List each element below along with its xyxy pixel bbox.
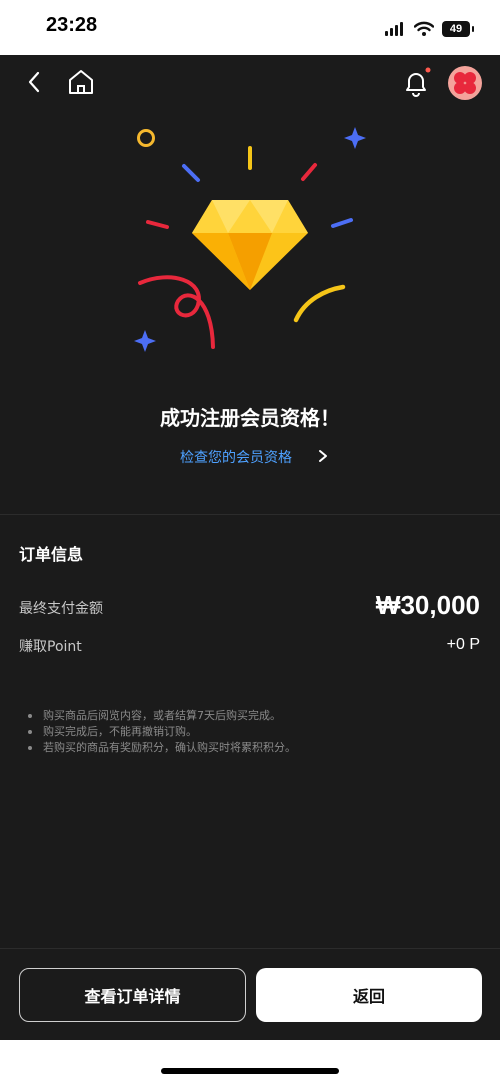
check-membership-link-label: 检查您的会员资格 — [180, 450, 292, 466]
view-order-details-button[interactable]: 查看订单详情 — [19, 968, 246, 1022]
purchase-notes: 购买商品后阅览内容，或者结算7天后购买完成。 购买完成后，不能再撤销订购。 若购… — [28, 708, 296, 756]
home-indicator[interactable] — [161, 1068, 339, 1074]
cellular-signal-icon — [385, 22, 403, 36]
sparkle-icon — [344, 127, 366, 149]
confetti-line — [182, 164, 200, 182]
confetti-line — [331, 218, 353, 228]
order-info-title: 订单信息 — [19, 545, 84, 564]
ribbon-confetti — [138, 275, 215, 349]
status-bar: 23:28 49 — [0, 0, 500, 55]
confetti-line — [146, 220, 169, 229]
section-divider — [0, 514, 500, 515]
notification-dot — [425, 67, 431, 73]
status-icons: 49 — [384, 17, 474, 41]
check-membership-link[interactable]: 检查您的会员资格 — [180, 446, 327, 468]
arc-confetti — [293, 284, 346, 323]
bell-icon[interactable] — [400, 67, 432, 99]
battery-icon: 49 — [442, 21, 474, 37]
confetti-line — [301, 163, 317, 181]
top-nav — [0, 55, 500, 111]
chevron-left-icon[interactable] — [20, 67, 50, 97]
diamond-celebration-illustration — [134, 127, 366, 352]
confetti-circle — [137, 129, 155, 147]
final-payment-amount: ₩30,000 — [375, 590, 480, 620]
home-icon[interactable] — [66, 67, 96, 97]
note-item: 购买商品后阅览内容，或者结算7天后购买完成。 — [28, 708, 296, 724]
chevron-right-icon — [319, 450, 327, 462]
earned-points-label: 赚取Point — [19, 639, 82, 655]
home-indicator-area — [0, 1040, 500, 1082]
avatar[interactable] — [448, 66, 482, 100]
avatar-clover-icon — [454, 72, 476, 94]
earned-points-value: +0 P — [446, 636, 480, 653]
status-time: 23:28 — [46, 14, 98, 36]
note-item: 购买完成后，不能再撤销订购。 — [28, 724, 296, 740]
wifi-icon — [414, 21, 434, 36]
success-title: 成功注册会员资格！ — [160, 406, 340, 430]
sparkle-icon — [134, 330, 156, 352]
note-item: 若购买的商品有奖励积分，确认购买时将累积积分。 — [28, 740, 296, 756]
back-button[interactable]: 返回 — [256, 968, 482, 1022]
diamond-icon — [192, 200, 308, 290]
footer-divider — [0, 948, 500, 949]
final-payment-label: 最终支付金额 — [19, 601, 103, 617]
